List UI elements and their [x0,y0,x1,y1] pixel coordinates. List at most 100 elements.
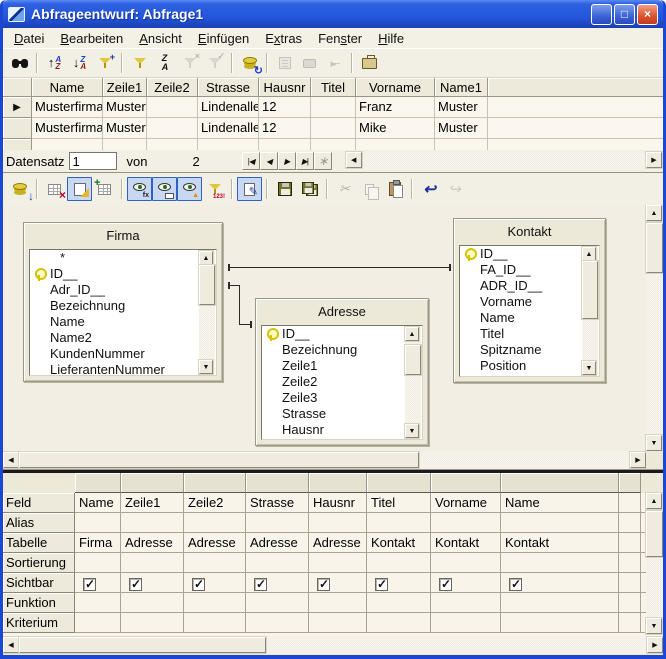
feld-cell[interactable]: Name [75,493,121,513]
data-cell[interactable] [435,139,488,150]
save-button[interactable] [272,177,297,201]
alias-cell[interactable] [501,513,619,533]
tabelle-cell[interactable] [619,533,641,553]
sortierung-cell[interactable] [121,553,184,573]
scroll-down-button[interactable] [646,618,662,634]
sortierung-cell[interactable] [246,553,309,573]
tabelle-cell[interactable]: Adresse [246,533,309,553]
sichtbar-checkbox[interactable] [254,578,267,591]
scroll-track[interactable] [646,273,663,435]
menu-einfuegen[interactable]: Einfügen [190,29,257,48]
filter-button[interactable] [127,51,152,75]
design-view-button[interactable] [67,177,92,201]
sichtbar-checkbox[interactable] [129,578,142,591]
column-header[interactable]: Hausnr [259,78,311,97]
field-item[interactable]: Zeile3 [262,390,422,406]
feld-cell[interactable]: Zeile2 [184,493,246,513]
column-header[interactable]: Name1 [435,78,488,97]
briefcase-button[interactable] [357,51,382,75]
kriterium-cell[interactable] [367,613,431,633]
scroll-track[interactable] [646,557,663,618]
row-selector-header[interactable] [3,78,32,97]
sichtbar-checkbox[interactable] [509,578,522,591]
data-cell[interactable] [311,97,356,118]
scroll-down-button[interactable] [199,360,213,374]
scroll-up-button[interactable] [646,205,662,221]
last-record-button[interactable] [296,152,314,170]
kriterium-cell[interactable] [184,613,246,633]
field-item[interactable]: Zeile1 [262,358,422,374]
data-cell[interactable] [147,97,198,118]
kriterium-cell[interactable] [619,613,641,633]
field-item[interactable]: Adr_ID__ [30,282,216,298]
data-cell[interactable] [311,139,356,150]
column-header[interactable]: Zeile2 [147,78,198,97]
field-item[interactable]: Strasse [262,406,422,422]
join-line-firma-kontakt[interactable] [230,267,450,268]
scroll-up-button[interactable] [405,327,419,341]
grid-column-header[interactable] [184,473,246,493]
field-item[interactable]: * [30,250,216,266]
funktion-cell[interactable] [367,593,431,613]
data-cell[interactable] [259,139,311,150]
feld-cell[interactable]: Hausnr [309,493,367,513]
grid-column-header[interactable] [246,473,309,493]
sortierung-cell[interactable] [75,553,121,573]
join-line-firma-adresse[interactable] [239,285,240,325]
alias-cell[interactable] [431,513,501,533]
query-design-canvas[interactable]: Firma * ID__ Adr_ID__ Bezeichnung Name N… [3,205,663,451]
field-item[interactable]: Bezeichnung [30,298,216,314]
sichtbar-checkbox[interactable] [83,578,96,591]
column-header[interactable]: Titel [311,78,356,97]
scroll-thumb[interactable] [405,345,421,375]
scroll-right-button[interactable] [647,637,663,653]
feld-cell[interactable]: Strasse [246,493,309,513]
alias-cell[interactable] [309,513,367,533]
table-box-firma[interactable]: Firma * ID__ Adr_ID__ Bezeichnung Name N… [23,222,223,382]
kriterium-cell[interactable] [431,613,501,633]
field-item[interactable]: Titel [460,326,599,342]
table-title[interactable]: Adresse [256,299,428,323]
next-record-button[interactable] [278,152,296,170]
funktion-cell[interactable] [121,593,184,613]
scroll-thumb[interactable] [646,511,663,557]
alias-cell[interactable] [121,513,184,533]
data-cell[interactable] [32,139,103,150]
column-header[interactable]: Name [32,78,103,97]
scroll-up-button[interactable] [199,251,213,265]
scroll-right-button[interactable] [646,152,662,168]
field-item[interactable]: ADR_ID__ [460,278,599,294]
funktion-cell[interactable] [619,593,641,613]
field-item[interactable]: FA_ID__ [460,262,599,278]
sortierung-cell[interactable] [184,553,246,573]
sichtbar-checkbox[interactable] [439,578,452,591]
scroll-up-button[interactable] [646,493,662,509]
scroll-thumb[interactable] [19,452,419,468]
field-item[interactable]: Name [460,310,599,326]
filter-add-button[interactable] [92,51,117,75]
edit-mode-button[interactable] [237,177,262,201]
delete-from-query-button[interactable] [42,177,67,201]
first-record-button[interactable] [242,152,260,170]
field-item[interactable]: LieferantenNummer [30,362,216,376]
app-icon[interactable] [8,7,25,22]
field-item[interactable]: Name [30,314,216,330]
field-item[interactable]: Vorname [460,294,599,310]
scroll-thumb[interactable] [646,223,663,273]
data-cell[interactable]: Musterfirma [32,118,103,139]
grid-column-header[interactable] [121,473,184,493]
field-item[interactable]: Bezeichnung [262,342,422,358]
tabelle-cell[interactable]: Kontakt [431,533,501,553]
alias-cell[interactable] [246,513,309,533]
add-table-button[interactable] [92,177,117,201]
tabelle-cell[interactable]: Adresse [309,533,367,553]
scroll-left-button[interactable] [346,152,362,168]
tabelle-cell[interactable]: Adresse [121,533,184,553]
table-title[interactable]: Firma [24,223,222,247]
minimize-button[interactable]: _ [591,4,612,25]
feld-cell[interactable]: Titel [367,493,431,513]
data-cell[interactable]: Franz [356,97,435,118]
sort-ascending-button[interactable] [42,51,67,75]
field-item[interactable]: Zeile2 [262,374,422,390]
scroll-left-button[interactable] [3,452,19,468]
